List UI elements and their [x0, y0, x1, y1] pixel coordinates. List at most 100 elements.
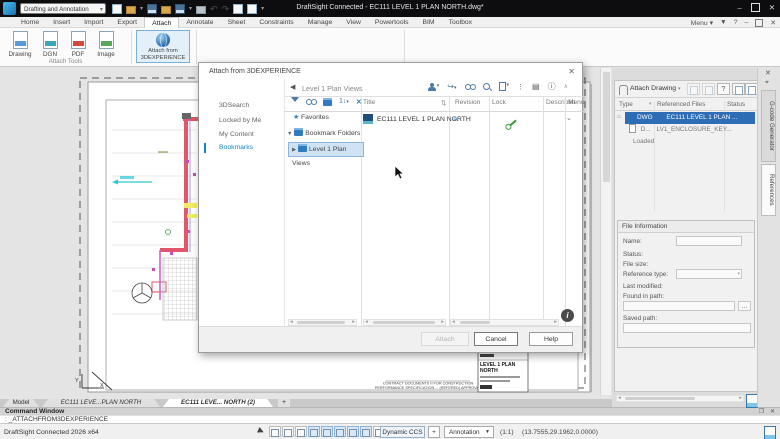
tab-bim[interactable]: BIM	[416, 17, 442, 28]
tab-references[interactable]: References	[761, 164, 776, 216]
nav-bookmarks[interactable]: Bookmarks	[219, 144, 253, 151]
info-icon[interactable]: ⓘ	[548, 81, 556, 92]
tab-manage[interactable]: Manage	[301, 17, 340, 28]
attach-drawing-button[interactable]: Drawing	[6, 31, 34, 61]
save-icon[interactable]	[147, 4, 157, 14]
pin-ribbon-icon[interactable]: ▼	[720, 19, 727, 26]
chevron-down-icon[interactable]: ▾	[189, 5, 192, 12]
file-information-header[interactable]: File Information	[618, 221, 754, 233]
tab-view[interactable]: View	[339, 17, 368, 28]
etrack-toggle-icon[interactable]	[334, 426, 346, 437]
reference-row-child[interactable]: D... LV1_ENCLOSURE_KEY... Loaded	[629, 124, 755, 136]
esnap-toggle-icon[interactable]	[321, 426, 333, 437]
tab-annotate[interactable]: Annotate	[179, 17, 220, 28]
columns-hscrollbar[interactable]: ◂▸	[450, 319, 559, 326]
search-icon[interactable]	[483, 83, 491, 91]
tab-insert[interactable]: Insert	[46, 17, 77, 28]
attach-image-button[interactable]: Image	[92, 31, 120, 61]
reference-row-dwg[interactable]: DWG EC111 LEVEL 1 PLAN ...	[625, 112, 755, 124]
copy-settings-icon[interactable]	[233, 4, 243, 14]
doc-restore-button[interactable]	[755, 19, 763, 27]
annotation-scale-select[interactable]: Annotation ▼	[444, 426, 494, 438]
tab-constraints[interactable]: Constraints	[252, 17, 300, 28]
add-sheet-button[interactable]: +	[278, 399, 290, 407]
expanded-arrow-icon[interactable]: ▼	[287, 131, 292, 137]
nav-3dsearch[interactable]: 3DSearch	[219, 102, 249, 109]
drawing-status-icon[interactable]	[764, 426, 776, 439]
maximize-button[interactable]	[751, 3, 760, 12]
name-field[interactable]	[676, 236, 742, 246]
member-filter-button[interactable]: ▾	[428, 83, 440, 91]
new-file-icon[interactable]	[112, 4, 122, 14]
browse-button[interactable]: ...	[738, 301, 751, 311]
snap-toggle-icon[interactable]	[269, 426, 281, 437]
palette-help-button[interactable]: ?	[717, 83, 730, 95]
saved-path-field[interactable]	[623, 323, 751, 333]
dialog-close-icon[interactable]: ✕	[568, 67, 575, 76]
tree-item-level1-plan-views[interactable]: ▶ Level 1 Plan Views	[288, 142, 364, 157]
tree-item-favorites[interactable]: ★ Favorites	[293, 113, 329, 121]
column-referenced-files[interactable]: Referenced Files	[657, 101, 705, 108]
tab-toolbox[interactable]: Toolbox	[442, 17, 479, 28]
filter-funnel-icon[interactable]	[291, 97, 299, 106]
palette-hscrollbar[interactable]: ◂▸	[616, 395, 744, 402]
row-menu-icon[interactable]: ⌄	[566, 114, 572, 122]
back-icon[interactable]: ◀	[290, 83, 295, 91]
list-view-icon[interactable]: ▤	[532, 82, 540, 91]
doc-close-button[interactable]: ✕	[770, 19, 776, 27]
palette-close-icon[interactable]: ✕	[765, 69, 771, 77]
attach-button[interactable]: Attach	[421, 332, 469, 346]
collapsed-arrow-icon[interactable]: ▶	[292, 147, 296, 153]
attach-dgn-button[interactable]: DGN	[36, 31, 64, 61]
tab-sheet-1[interactable]: EC111 LEVE...PLAN NORTH	[42, 399, 160, 407]
help-button[interactable]: ?	[734, 19, 738, 26]
doc-minimize-button[interactable]: –	[745, 19, 749, 26]
add-scale-button[interactable]: +	[428, 426, 440, 438]
chevron-down-icon[interactable]: ▾	[261, 5, 264, 12]
help-button[interactable]: Help	[529, 332, 573, 346]
column-lock[interactable]: Lock	[492, 99, 506, 106]
dynamic-ccs-toggle[interactable]: Dynamic CCS	[380, 426, 425, 438]
document-row[interactable]: EC111 LEVEL 1 PLAN NORTH A ⌄	[363, 112, 582, 128]
title-column-hscrollbar[interactable]: ◂▸	[363, 319, 446, 326]
tab-import[interactable]: Import	[77, 17, 110, 28]
nav-my-content[interactable]: My Content	[219, 131, 254, 138]
print-icon[interactable]	[196, 6, 206, 14]
tree-root-icon[interactable]: ⌂	[617, 114, 621, 120]
chevron-down-icon[interactable]: ▾	[140, 5, 143, 12]
polar-toggle-icon[interactable]	[308, 426, 320, 437]
collapse-icon[interactable]: ∧	[564, 83, 568, 90]
column-menu[interactable]: Menu	[568, 99, 585, 106]
tab-model[interactable]: Model	[3, 399, 39, 407]
tab-sheet[interactable]: Sheet	[221, 17, 253, 28]
menu-dropdown[interactable]: Menu ▾	[691, 19, 713, 27]
sort-indicator-icon[interactable]: ⇅	[441, 99, 447, 107]
tree-hscrollbar[interactable]: ◂▸	[288, 319, 357, 326]
ortho-toggle-icon[interactable]	[295, 426, 307, 437]
tree-item-bookmark-folders[interactable]: ▼ Bookmark Folders	[287, 128, 360, 137]
command-window-header[interactable]: Command Window ❐ ✕	[0, 407, 780, 415]
attach-from-3dexperience-button[interactable]: Attach from 3DEXPERIENCE	[136, 30, 190, 63]
open-file-icon[interactable]	[126, 6, 136, 14]
cancel-button[interactable]: Cancel	[474, 332, 518, 346]
find-icon[interactable]	[306, 99, 316, 105]
open-reference-button[interactable]	[732, 83, 745, 95]
pointer-icon[interactable]	[256, 426, 268, 437]
canvas-vertical-scrollbar[interactable]	[600, 68, 611, 395]
workspace-select[interactable]: Drafting and Annotation ▾	[20, 3, 106, 14]
binoculars-icon[interactable]	[465, 84, 475, 90]
minimize-button[interactable]: –	[738, 3, 742, 12]
dynamic-input-toggle-icon[interactable]	[347, 426, 359, 437]
attach-pdf-button[interactable]: PDF	[64, 31, 92, 61]
more-options-icon[interactable]: ⋮	[517, 83, 524, 91]
column-type[interactable]: Type	[619, 101, 633, 108]
open-folder-icon[interactable]	[161, 6, 171, 14]
tab-attach[interactable]: Attach	[144, 17, 179, 28]
nav-locked-by-me[interactable]: Locked by Me	[219, 117, 261, 124]
tab-gcode-generator[interactable]: G-code Generator	[761, 90, 776, 162]
close-button[interactable]: ✕	[769, 3, 775, 12]
column-status[interactable]: Status	[727, 101, 745, 108]
tab-sheet-2[interactable]: EC111 LEVE... NORTH (2)	[163, 399, 273, 407]
column-revision[interactable]: Revision	[455, 99, 480, 106]
reference-type-select[interactable]: ▾	[676, 269, 742, 279]
